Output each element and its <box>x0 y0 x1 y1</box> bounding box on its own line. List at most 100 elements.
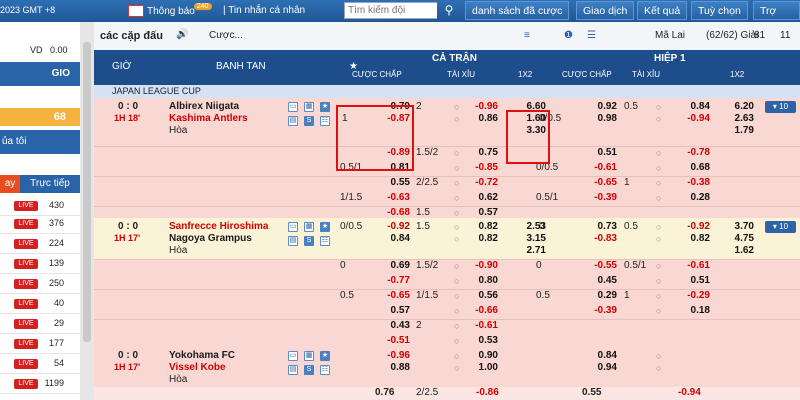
half-1x2-home[interactable]: 3.70 <box>714 221 754 232</box>
tv-icon[interactable]: ▭ <box>288 102 298 112</box>
alt-ou-odds[interactable]: -0.85 <box>458 162 498 173</box>
over-odds[interactable]: -0.96 <box>458 101 498 112</box>
half-1x2-draw[interactable]: 1.62 <box>714 245 754 256</box>
field-icon[interactable]: ▦ <box>304 102 314 112</box>
alt-handicap-odds[interactable]: -0.63 <box>370 192 410 203</box>
alt-handicap-odds[interactable]: 0.69 <box>370 260 410 271</box>
search-icon[interactable]: ⚲ <box>439 2 459 19</box>
half-over-odds[interactable]: -0.92 <box>670 221 710 232</box>
handicap-home-odds[interactable]: -0.96 <box>370 350 410 361</box>
live-sport-row[interactable]: LIVE 430 <box>0 197 80 216</box>
alt-ou-odds[interactable]: 0.57 <box>458 207 498 218</box>
handicap-away-odds[interactable]: 0.84 <box>370 233 410 244</box>
tv-icon[interactable]: ▭ <box>288 222 298 232</box>
speaker-icon[interactable]: 🔊 <box>176 29 188 40</box>
alt-half-ou-odds[interactable]: -0.29 <box>670 290 710 301</box>
half-over-odds[interactable]: 0.84 <box>670 101 710 112</box>
refresh-count-2[interactable]: 11 <box>780 30 790 41</box>
alt-handicap-odds[interactable]: 0.57 <box>370 305 410 316</box>
half-1x2-away[interactable]: 2.63 <box>714 113 754 124</box>
field-icon[interactable]: ▦ <box>304 351 314 361</box>
star-icon[interactable]: ★ <box>320 222 330 232</box>
half-under-odds[interactable]: -0.94 <box>670 113 710 124</box>
scoreboard-icon[interactable]: ▤ <box>288 365 298 375</box>
alt-ou-odds[interactable]: -0.66 <box>458 305 498 316</box>
stats-icon[interactable]: S <box>304 236 314 246</box>
bet-mode[interactable]: Cược... <box>209 30 243 41</box>
alt-half-ou-odds[interactable]: 0.51 <box>670 275 710 286</box>
search-input[interactable] <box>345 3 437 18</box>
live-sport-row[interactable]: LIVE 139 <box>0 255 80 274</box>
alt-half-handicap-odds[interactable]: 0.51 <box>577 147 617 158</box>
alt-handicap-odds[interactable]: -0.65 <box>370 290 410 301</box>
alt-ou-odds[interactable]: -0.61 <box>458 320 498 331</box>
tv-icon[interactable]: ▭ <box>288 351 298 361</box>
half-handicap-home[interactable]: 0.92 <box>577 101 617 112</box>
under-odds[interactable]: 0.82 <box>458 233 498 244</box>
alt-half-ou-odds[interactable]: 0.68 <box>670 162 710 173</box>
half-handicap-away[interactable]: 0.94 <box>577 362 617 373</box>
star-icon[interactable]: ★ <box>320 351 330 361</box>
stats-icon[interactable]: S <box>304 116 314 126</box>
count-bar[interactable]: 68 <box>0 108 80 126</box>
half-1x2-draw[interactable]: 1.79 <box>714 125 754 136</box>
nav-results[interactable]: Kết quả <box>637 1 688 20</box>
live-sport-row[interactable]: LIVE 40 <box>0 295 80 314</box>
handicap-home-odds[interactable]: -0.92 <box>370 221 410 232</box>
half-handicap-away[interactable]: -0.83 <box>577 233 617 244</box>
live-sport-row[interactable]: LIVE 224 <box>0 235 80 254</box>
half-handicap-away[interactable]: 0.98 <box>577 113 617 124</box>
notifications[interactable]: Thông báo 240 <box>128 2 216 20</box>
scoreboard-icon[interactable]: ▤ <box>288 236 298 246</box>
alt-half-handicap-odds[interactable]: -0.65 <box>577 177 617 188</box>
alt-half-ou-odds[interactable]: -0.38 <box>670 177 710 188</box>
stats-icon[interactable]: S <box>304 365 314 375</box>
handicap-away-odds[interactable]: 0.88 <box>370 362 410 373</box>
half-under-odds[interactable]: 0.82 <box>670 233 710 244</box>
half-1x2-away[interactable]: 4.75 <box>714 233 754 244</box>
alt-half-ou-odds[interactable]: 0.18 <box>670 305 710 316</box>
nav-help[interactable]: Trợ giúp <box>753 1 800 36</box>
1x2-draw[interactable]: 2.71 <box>506 245 546 256</box>
star-icon[interactable]: ★ <box>320 102 330 112</box>
alt-ou-odds[interactable]: 0.80 <box>458 275 498 286</box>
lineup-icon[interactable]: ☷ <box>320 236 330 246</box>
filter-icon[interactable]: ☰ <box>587 30 596 41</box>
alt-half-ou-odds[interactable]: -0.61 <box>670 260 710 271</box>
nav-transactions[interactable]: Giao dịch <box>576 1 635 20</box>
under-odds[interactable]: 0.86 <box>458 113 498 124</box>
alt-handicap-odds[interactable]: 0.43 <box>370 320 410 331</box>
alt-half-handicap-odds[interactable]: -0.39 <box>577 305 617 316</box>
live-sport-row[interactable]: LIVE 177 <box>0 335 80 354</box>
alt-half-handicap-odds[interactable]: 0.29 <box>577 290 617 301</box>
lineup-icon[interactable]: ☷ <box>320 116 330 126</box>
1x2-away[interactable]: 3.15 <box>506 233 546 244</box>
nav-bet-list[interactable]: danh sách đã cược <box>465 1 570 20</box>
scoreboard-icon[interactable]: ▤ <box>288 116 298 126</box>
info-icon[interactable]: ❶ <box>564 30 573 41</box>
alt-half-ou-odds[interactable]: 0.28 <box>670 192 710 203</box>
half-1x2-home[interactable]: 6.20 <box>714 101 754 112</box>
sort-icon[interactable]: ≡ <box>524 30 530 41</box>
alt-half-handicap-odds[interactable]: -0.39 <box>577 192 617 203</box>
over-odds[interactable]: 0.90 <box>458 350 498 361</box>
half-handicap-home[interactable]: 0.73 <box>577 221 617 232</box>
alt-half-handicap-odds[interactable]: -0.61 <box>577 162 617 173</box>
alt-half-handicap-odds[interactable]: 0.45 <box>577 275 617 286</box>
nav-options[interactable]: Tuỳ chọn <box>691 1 748 20</box>
more-bets-button[interactable]: ▾ 10 <box>765 221 796 233</box>
more-bets-button[interactable]: ▾ 10 <box>765 101 796 113</box>
live-sport-row[interactable]: LIVE 376 <box>0 215 80 234</box>
live-sport-row[interactable]: LIVE 29 <box>0 315 80 334</box>
gio-header[interactable]: GIO <box>0 62 80 86</box>
alt-ou-odds[interactable]: 0.53 <box>458 335 498 346</box>
tab-today[interactable]: ay <box>0 175 20 193</box>
alt-handicap-odds[interactable]: -0.51 <box>370 335 410 346</box>
lineup-icon[interactable]: ☷ <box>320 365 330 375</box>
field-icon[interactable]: ▦ <box>304 222 314 232</box>
alt-handicap-odds[interactable]: 0.55 <box>370 177 410 188</box>
alt-ou-odds[interactable]: -0.72 <box>458 177 498 188</box>
alt-ou-odds[interactable]: 0.62 <box>458 192 498 203</box>
over-odds[interactable]: 0.82 <box>458 221 498 232</box>
messages-link[interactable]: | Tin nhắn cá nhân <box>223 5 305 16</box>
